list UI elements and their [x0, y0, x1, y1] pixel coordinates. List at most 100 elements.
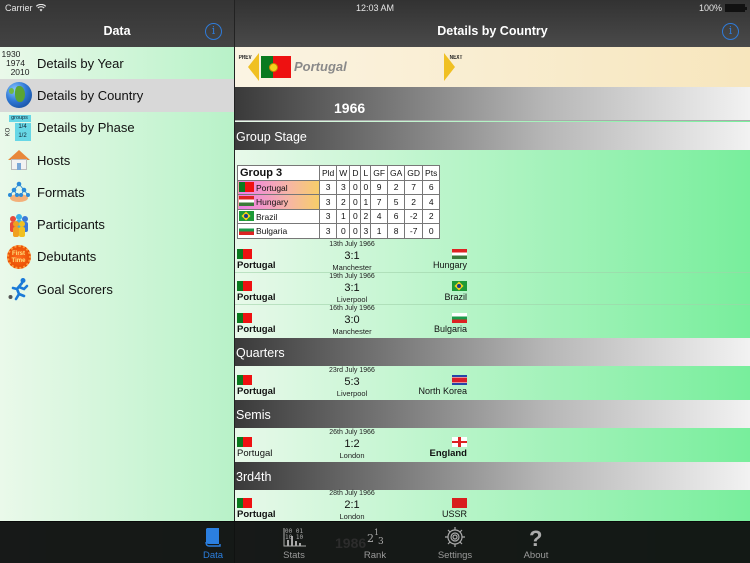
- sidebar-item-label: Goal Scorers: [37, 281, 113, 297]
- stat-cell: 0: [360, 179, 372, 195]
- match-date: 19th July 1966: [329, 273, 375, 280]
- sidebar-item-label: Details by Phase: [37, 120, 135, 136]
- match-row[interactable]: 26th July 1966 Portugal 1:2 London Engla…: [235, 429, 750, 461]
- match-row[interactable]: 13th July 1966 Portugal 3:1 Manchester H…: [235, 241, 750, 273]
- sidebar-item-debutants[interactable]: First Time Debutants: [0, 241, 234, 273]
- team-name: Hungary: [256, 197, 289, 208]
- portugal-flag-icon: [237, 281, 252, 291]
- tab-label: About: [523, 550, 549, 561]
- phase-label: Quarters: [236, 346, 285, 360]
- stat-cell: 1: [336, 208, 351, 224]
- tree-icon: [0, 177, 37, 207]
- phase-icon-ko-stages: 1/4 1/2: [14, 122, 31, 141]
- next-arrow-button[interactable]: [444, 53, 455, 81]
- column-header: W: [336, 165, 351, 181]
- table-row: Brazil 3 1 0 2 4 6 -2 2: [237, 208, 441, 224]
- sidebar-item-details-by-year[interactable]: 1930 1974 2010 Details by Year: [0, 47, 234, 79]
- stat-cell: 0: [349, 194, 362, 210]
- sidebar-item-details-by-country[interactable]: Details by Country: [0, 79, 234, 112]
- bulgaria-flag-icon: [452, 313, 467, 323]
- sidebar-nav-bar: Carrier Data i: [0, 0, 234, 47]
- detail-info-button[interactable]: i: [722, 23, 739, 40]
- phase-label: Semis: [236, 408, 271, 422]
- tab-label: Stats: [283, 550, 305, 561]
- house-icon: [7, 150, 30, 171]
- match-row[interactable]: 28th July 1966 Portugal 2:1 London USSR: [235, 490, 750, 522]
- column-header: Pts: [422, 165, 441, 181]
- phase-header-quarters: Quarters: [235, 338, 750, 366]
- sidebar-info-button[interactable]: i: [205, 23, 222, 40]
- tab-label: Rank: [363, 550, 387, 561]
- sidebar-item-hosts[interactable]: Hosts: [0, 144, 234, 176]
- tab-stats[interactable]: 00 01 10 10 Stats: [254, 522, 334, 563]
- podium-numbers-icon: 2 1 3: [363, 526, 387, 548]
- sidebar-item-label: Details by Year: [37, 55, 124, 71]
- stat-cell: 5: [387, 194, 406, 210]
- tab-settings[interactable]: Settings: [415, 522, 495, 563]
- sidebar-item-details-by-phase[interactable]: groups 1/4 1/2 KO Details by Phase: [0, 112, 234, 144]
- group-standings-table: Group 3 Pld W D L GF GA GD Pts Portugal …: [237, 165, 441, 239]
- hungary-flag-icon: [239, 196, 254, 207]
- stat-cell: 2: [422, 208, 441, 224]
- tab-label: Settings: [437, 550, 473, 561]
- match-row[interactable]: 23rd July 1966 Portugal 5:3 Liverpool No…: [235, 367, 750, 399]
- first-time-badge-icon: First Time: [6, 244, 31, 269]
- sidebar-item-label: Formats: [37, 184, 85, 200]
- team-cell: Hungary: [237, 194, 320, 210]
- next-year-peek: 1986: [335, 535, 367, 551]
- team-cell: Bulgaria: [237, 223, 320, 239]
- home-team: Portugal: [237, 260, 276, 271]
- sidebar-item-label: Participants: [37, 217, 105, 233]
- match-row[interactable]: 16th July 1966 Portugal 3:0 Manchester B…: [235, 305, 750, 337]
- book-icon: [201, 526, 225, 548]
- stat-cell: 3: [336, 179, 351, 195]
- prev-arrow-button[interactable]: [248, 53, 259, 81]
- country-name: Portugal: [294, 59, 347, 74]
- stat-cell: 9: [370, 179, 389, 195]
- portugal-flag-icon: [237, 375, 252, 385]
- svg-text:10 10: 10 10: [285, 534, 303, 541]
- wifi-icon: [35, 4, 46, 12]
- match-date: 13th July 1966: [329, 241, 375, 248]
- team-cell: Portugal: [237, 179, 320, 195]
- stat-cell: 3: [318, 194, 338, 210]
- phase-header-group-stage: Group Stage: [235, 122, 750, 150]
- stat-cell: 4: [370, 208, 389, 224]
- column-header: L: [360, 165, 372, 181]
- sidebar-item-participants[interactable]: Participants: [0, 208, 234, 240]
- portugal-flag-icon: [237, 249, 252, 259]
- stat-cell: 6: [422, 179, 441, 195]
- phase-icon-ko: KO: [4, 127, 11, 137]
- phase-icon: groups 1/4 1/2 KO: [4, 114, 32, 141]
- tab-data[interactable]: Data: [173, 522, 253, 563]
- sidebar-item-label: Details by Country: [37, 87, 144, 103]
- table-row: Portugal 3 3 0 0 9 2 7 6: [237, 179, 441, 195]
- column-header: GD: [404, 165, 424, 181]
- phase-header-third-place: 3rd4th: [235, 462, 750, 490]
- tab-about[interactable]: ? About: [496, 522, 576, 563]
- stat-cell: 0: [349, 179, 362, 195]
- match-date: 28th July 1966: [329, 490, 375, 497]
- stat-cell: 2: [387, 179, 406, 195]
- england-flag-icon: [452, 437, 467, 447]
- home-team: Portugal: [237, 324, 276, 335]
- group-name: Group 3: [237, 165, 320, 181]
- stat-cell: 4: [422, 194, 441, 210]
- column-header: Pld: [318, 165, 338, 181]
- sidebar-item-formats[interactable]: Formats: [0, 176, 234, 208]
- country-navigator: PREV Portugal NEXT: [235, 47, 750, 87]
- away-team: USSR: [441, 509, 467, 519]
- portugal-flag-icon: [239, 181, 254, 192]
- year-label: 1966: [334, 100, 366, 116]
- match-row[interactable]: 19th July 1966 Portugal 3:1 Liverpool Br…: [235, 273, 750, 305]
- status-bar-right: 100%: [699, 3, 747, 13]
- match-date: 26th July 1966: [329, 429, 375, 436]
- ussr-flag-icon: [452, 498, 467, 508]
- stat-cell: 2: [404, 194, 424, 210]
- badge-text: First: [11, 250, 25, 257]
- sidebar-item-goal-scorers[interactable]: Goal Scorers: [0, 273, 234, 305]
- stat-cell: 3: [318, 208, 338, 224]
- battery-icon: [725, 4, 747, 12]
- stat-cell: 6: [387, 208, 406, 224]
- match-date: 16th July 1966: [329, 305, 375, 312]
